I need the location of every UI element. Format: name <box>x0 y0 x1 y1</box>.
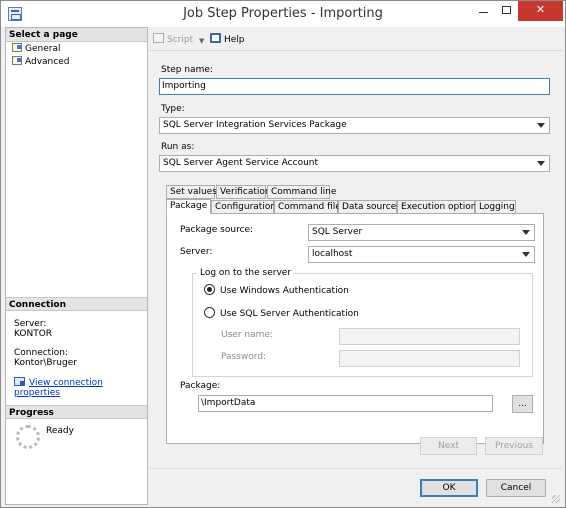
package-server-value: localhost <box>312 249 353 259</box>
tab-command-files[interactable]: Command files <box>274 200 346 214</box>
username-label: User name: <box>221 330 273 340</box>
package-source-value: SQL Server <box>312 227 363 237</box>
page-icon <box>12 56 22 65</box>
help-button[interactable]: Help <box>210 33 245 46</box>
package-source-select[interactable]: SQL Server <box>308 224 535 241</box>
logon-groupbox: Log on to the server Use Windows Authent… <box>192 267 533 377</box>
chevron-down-icon <box>520 225 532 240</box>
connection-value: Kontor\Bruger <box>14 358 77 368</box>
package-path-field[interactable]: \ImportData <box>198 395 493 412</box>
package-source-label: Package source: <box>180 225 254 235</box>
toolbar: Script ▼ Help <box>149 27 562 51</box>
script-label: Script <box>167 35 194 45</box>
password-field[interactable] <box>339 350 520 367</box>
page-icon <box>12 43 22 52</box>
progress-header: Progress <box>6 405 147 419</box>
server-value: KONTOR <box>14 329 53 339</box>
script-dropdown-icon[interactable]: ▼ <box>199 35 204 48</box>
script-button[interactable]: Script <box>153 33 193 46</box>
connection-label: Connection: <box>14 348 68 358</box>
connection-header: Connection <box>6 297 147 311</box>
server-label: Server: <box>14 319 47 329</box>
maximize-button[interactable] <box>496 1 518 21</box>
help-label: Help <box>224 35 245 45</box>
resize-grip-icon[interactable] <box>552 495 560 503</box>
windows-auth-radio[interactable]: Use Windows Authentication <box>204 284 349 296</box>
title-bar: Job Step Properties - Importing ✕ <box>1 1 565 27</box>
page-item-label: General <box>25 44 61 54</box>
logon-group-title: Log on to the server <box>197 267 295 279</box>
close-icon: ✕ <box>535 3 546 16</box>
previous-button[interactable]: Previous <box>485 437 543 455</box>
chevron-down-icon <box>535 156 547 171</box>
package-tab-panel: Package source: SQL Server Server: local… <box>166 213 544 444</box>
package-label: Package: <box>180 381 221 391</box>
chevron-down-icon <box>520 247 532 262</box>
cancel-button[interactable]: Cancel <box>486 479 546 497</box>
connection-properties-icon <box>14 376 26 386</box>
run-as-value: SQL Server Agent Service Account <box>163 158 319 168</box>
help-icon <box>210 33 221 43</box>
tab-execution-options[interactable]: Execution options <box>397 200 481 214</box>
step-name-label: Step name: <box>161 65 213 75</box>
password-label: Password: <box>221 352 267 362</box>
radio-unselected-icon <box>204 307 215 318</box>
progress-status: Ready <box>46 426 74 436</box>
select-page-header: Select a page <box>6 28 147 42</box>
tab-command-line[interactable]: Command line <box>267 185 336 199</box>
type-label: Type: <box>161 104 185 114</box>
tab-set-values[interactable]: Set values <box>166 185 217 199</box>
minimize-icon <box>479 12 488 13</box>
progress-spinner-icon <box>16 425 40 449</box>
dialog-button-bar: OK Cancel <box>149 468 562 505</box>
package-server-label: Server: <box>180 247 213 257</box>
minimize-button[interactable] <box>473 1 495 21</box>
sql-auth-radio[interactable]: Use SQL Server Authentication <box>204 307 359 319</box>
radio-selected-icon <box>204 284 215 295</box>
ok-button[interactable]: OK <box>420 479 478 497</box>
close-button[interactable]: ✕ <box>518 1 563 21</box>
maximize-icon <box>502 6 511 14</box>
type-select[interactable]: SQL Server Integration Services Package <box>159 117 550 134</box>
page-item-label: Advanced <box>25 57 70 67</box>
view-connection-properties-link[interactable]: View connection properties <box>14 376 147 398</box>
right-pane: Script ▼ Help Step name: Importing Type:… <box>149 27 562 467</box>
script-icon <box>153 33 164 43</box>
tab-configurations[interactable]: Configurations <box>211 200 281 214</box>
package-server-select[interactable]: localhost <box>308 246 535 263</box>
run-as-label: Run as: <box>161 142 195 152</box>
page-item-advanced[interactable]: Advanced <box>12 56 69 68</box>
left-pane: Select a page General Advanced Connectio… <box>5 27 148 505</box>
next-button[interactable]: Next <box>420 437 477 455</box>
windows-auth-label: Use Windows Authentication <box>220 286 349 296</box>
tab-data-sources[interactable]: Data sources <box>338 200 401 214</box>
run-as-select[interactable]: SQL Server Agent Service Account <box>159 155 550 172</box>
job-step-properties-window: Job Step Properties - Importing ✕ Select… <box>0 0 566 508</box>
username-field[interactable] <box>339 328 520 345</box>
view-connection-properties-label: View connection properties <box>14 378 103 398</box>
type-value: SQL Server Integration Services Package <box>163 120 347 130</box>
tab-verification[interactable]: Verification <box>216 185 271 199</box>
step-name-field[interactable]: Importing <box>159 78 550 95</box>
chevron-down-icon <box>535 118 547 133</box>
browse-package-button[interactable]: ... <box>512 395 533 413</box>
sql-auth-label: Use SQL Server Authentication <box>220 309 359 319</box>
tab-package[interactable]: Package <box>166 199 211 214</box>
page-item-general[interactable]: General <box>12 43 60 55</box>
tab-logging[interactable]: Logging <box>475 200 516 214</box>
